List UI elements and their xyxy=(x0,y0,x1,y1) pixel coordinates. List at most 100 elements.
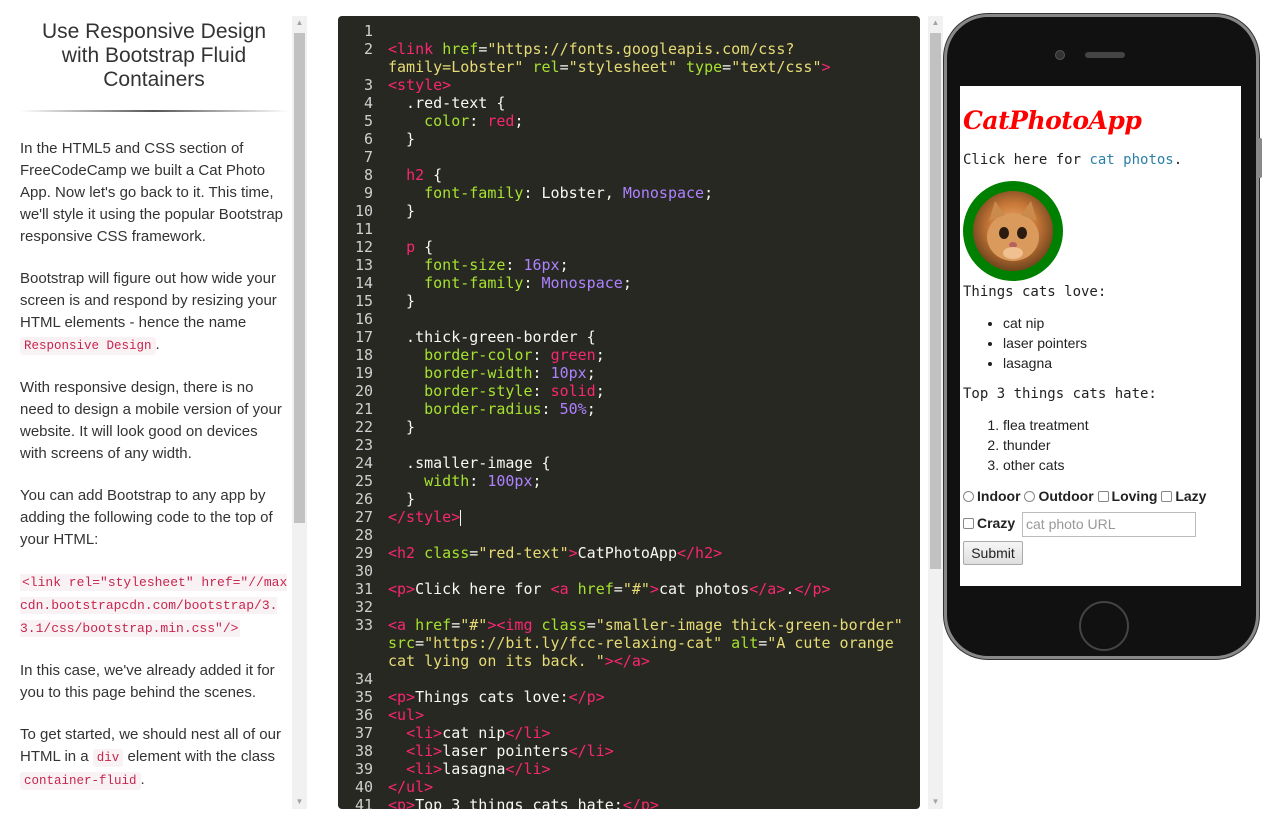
code-line[interactable]: 19 border-width: 10px; xyxy=(338,364,920,382)
code-line[interactable]: 25 width: 100px; xyxy=(338,472,920,490)
code-editor[interactable]: 1 2 <link href="https://fonts.googleapis.c… xyxy=(338,16,920,809)
code-token: color xyxy=(424,112,470,130)
line-number: 4 xyxy=(363,94,373,112)
code-text: font-size: 16px; xyxy=(388,256,569,274)
cat-image[interactable] xyxy=(963,181,1063,281)
code-line[interactable]: 24 .smaller-image { xyxy=(338,454,920,472)
code-line[interactable]: 3 <style> xyxy=(338,76,920,94)
code-line[interactable]: 4 .red-text { xyxy=(338,94,920,112)
code-token: <p> xyxy=(388,796,416,809)
code-line[interactable]: 34 xyxy=(338,670,920,688)
code-line[interactable]: 12 p { xyxy=(338,238,920,256)
code-line[interactable]: 38 <li>laser pointers</li> xyxy=(338,742,920,760)
code-line[interactable]: 32 xyxy=(338,598,920,616)
code-text: .red-text { xyxy=(388,94,505,112)
code-line[interactable]: 40 </ul> xyxy=(338,778,920,796)
code-line[interactable]: 16 xyxy=(338,310,920,328)
code-token: cat lying on its back. " xyxy=(388,652,605,670)
line-number: 1 xyxy=(363,22,373,40)
submit-button[interactable]: Submit xyxy=(963,541,1023,565)
code-token: <li> xyxy=(406,724,443,742)
outdoor-radio[interactable] xyxy=(1024,491,1036,502)
code-token: </h2> xyxy=(677,544,723,562)
code-line[interactable]: 1 xyxy=(338,22,920,40)
cat-photo-url-input[interactable]: cat photo URL xyxy=(1022,512,1196,537)
scroll-up-arrow-icon[interactable]: ▲ xyxy=(928,16,943,30)
code-line[interactable]: 13 font-size: 16px; xyxy=(338,256,920,274)
line-number: 8 xyxy=(363,166,373,184)
preview-title: CatPhotoApp xyxy=(963,106,1142,135)
code-token: Things cats love: xyxy=(415,688,569,706)
code-line[interactable]: 20 border-style: solid; xyxy=(338,382,920,400)
code-line[interactable]: 26 } xyxy=(338,490,920,508)
loving-checkbox[interactable] xyxy=(1097,491,1109,502)
code-token: "text/css" xyxy=(731,58,822,76)
scroll-up-arrow-icon[interactable]: ▲ xyxy=(292,16,307,30)
code-token: ; xyxy=(532,472,542,490)
code-text: </ul> xyxy=(388,778,433,796)
code-line[interactable]: 23 xyxy=(338,436,920,454)
scrollbar-thumb[interactable] xyxy=(294,33,305,523)
code-line[interactable]: 37 <li>cat nip</li> xyxy=(338,724,920,742)
code-line[interactable]: 9 font-family: Lobster, Monospace; xyxy=(338,184,920,202)
code-line[interactable]: 22 } xyxy=(338,418,920,436)
code-token: ; xyxy=(704,184,714,202)
code-line[interactable]: 15 } xyxy=(338,292,920,310)
code-token: type xyxy=(686,58,723,76)
lesson-scrollbar[interactable]: ▲ ▼ xyxy=(292,16,307,809)
scrollbar-thumb[interactable] xyxy=(930,33,941,569)
code-token: } xyxy=(388,292,416,310)
code-line[interactable]: 31 <p>Click here for <a href="#">cat phot… xyxy=(338,580,920,598)
code-token: 100px xyxy=(487,472,533,490)
code-token: src xyxy=(388,634,416,652)
code-line[interactable]: cat lying on its back. "></a> xyxy=(338,652,920,670)
loving-label: Loving xyxy=(1111,488,1158,504)
code-token: = xyxy=(758,634,768,652)
code-line[interactable]: 21 border-radius: 50%; xyxy=(338,400,920,418)
scroll-down-arrow-icon[interactable]: ▼ xyxy=(928,795,943,809)
code-line[interactable]: 10 } xyxy=(338,202,920,220)
code-line[interactable]: 30 xyxy=(338,562,920,580)
code-token: = xyxy=(469,544,479,562)
code-line[interactable]: family=Lobster" rel="stylesheet" type="t… xyxy=(338,58,920,76)
line-number: 22 xyxy=(354,418,373,436)
code-token: : xyxy=(532,346,551,364)
code-line[interactable]: 18 border-color: green; xyxy=(338,346,920,364)
editor-scrollbar[interactable]: ▲ ▼ xyxy=(928,16,943,809)
code-text: <ul> xyxy=(388,706,424,724)
lazy-checkbox[interactable] xyxy=(1161,491,1173,502)
code-token: cat photos xyxy=(658,580,750,598)
code-line[interactable]: 41 <p>Top 3 things cats hate:</p> xyxy=(338,796,920,809)
code-token: </li> xyxy=(568,742,614,760)
indoor-radio[interactable] xyxy=(963,491,974,502)
cat-photos-link[interactable]: cat photos xyxy=(1089,152,1173,168)
code-line[interactable]: 2 <link href="https://fonts.googleapis.co… xyxy=(338,40,920,58)
code-token: : xyxy=(532,382,551,400)
code-token: <li> xyxy=(406,760,443,778)
code-token: lasagna xyxy=(442,760,506,778)
code-line[interactable]: 39 <li>lasagna</li> xyxy=(338,760,920,778)
code-line[interactable]: 33 <a href="#"><img class="smaller-image … xyxy=(338,616,920,634)
list-item: thunder xyxy=(1003,435,1089,455)
code-line[interactable]: 35 <p>Things cats love:</p> xyxy=(338,688,920,706)
code-line[interactable]: 17 .thick-green-border { xyxy=(338,328,920,346)
code-line[interactable]: 7 xyxy=(338,148,920,166)
crazy-checkbox[interactable] xyxy=(963,518,974,529)
code-line[interactable]: src="https://bit.ly/fcc-relaxing-cat" al… xyxy=(338,634,920,652)
code-token: Click here for xyxy=(415,580,551,598)
scroll-down-arrow-icon[interactable]: ▼ xyxy=(292,795,307,809)
code-text: border-color: green; xyxy=(388,346,605,364)
code-line[interactable]: 27 </style> xyxy=(338,508,920,526)
code-line[interactable]: 11 xyxy=(338,220,920,238)
code-token: cat nip xyxy=(442,724,506,742)
code-line[interactable]: 36 <ul> xyxy=(338,706,920,724)
code-line[interactable]: 14 font-family: Monospace; xyxy=(338,274,920,292)
code-line[interactable]: 5 color: red; xyxy=(338,112,920,130)
code-line[interactable]: 8 h2 { xyxy=(338,166,920,184)
code-line[interactable]: 29 <h2 class="red-text">CatPhotoApp</h2> xyxy=(338,544,920,562)
code-line[interactable]: 6 } xyxy=(338,130,920,148)
love-list: cat niplaser pointerslasagna xyxy=(1003,313,1087,373)
code-line[interactable]: 28 xyxy=(338,526,920,544)
speaker-icon xyxy=(1085,52,1125,58)
